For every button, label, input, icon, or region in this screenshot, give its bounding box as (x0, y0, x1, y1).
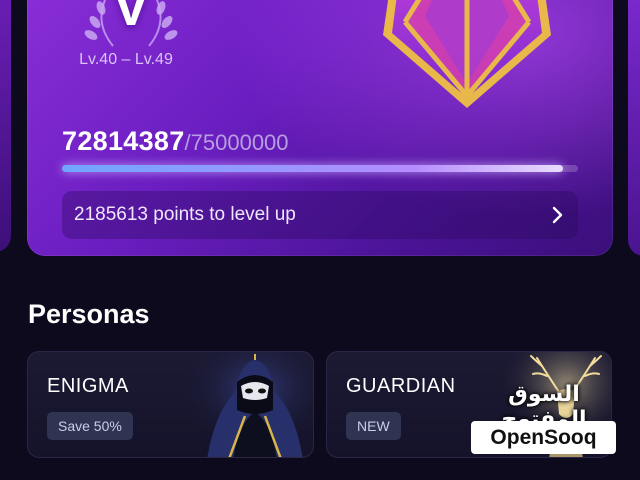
rank-badge: V (61, 0, 201, 48)
persona-name: GUARDIAN (346, 375, 456, 397)
points-current: 72814387 (62, 126, 185, 156)
points-progress-text: 72814387/75000000 (62, 126, 289, 157)
chevron-right-icon (552, 206, 563, 224)
level-up-text: 2185613 points to level up (74, 204, 296, 225)
persona-card-enigma[interactable]: ENIGMA Save 50% (27, 351, 314, 458)
level-card[interactable]: V Lv.40 – Lv.49 72814387/75000000 218561… (27, 0, 613, 256)
hooded-masked-figure-image (185, 352, 313, 457)
persona-name: ENIGMA (47, 375, 129, 397)
rank-gem-icon (383, 0, 551, 108)
previous-level-card[interactable] (0, 0, 11, 252)
level-progress-bar (62, 165, 578, 172)
personas-heading: Personas (28, 299, 150, 329)
opensooq-logo: OpenSooq (471, 421, 616, 454)
new-badge: NEW (346, 412, 401, 440)
next-level-card[interactable] (628, 0, 640, 256)
discount-badge: Save 50% (47, 412, 133, 440)
level-range: Lv.40 – Lv.49 (79, 51, 173, 68)
level-up-row[interactable]: 2185613 points to level up (62, 191, 578, 239)
points-total: /75000000 (184, 130, 289, 155)
level-progress-fill (62, 165, 564, 172)
rank-letter: V (112, 0, 150, 37)
